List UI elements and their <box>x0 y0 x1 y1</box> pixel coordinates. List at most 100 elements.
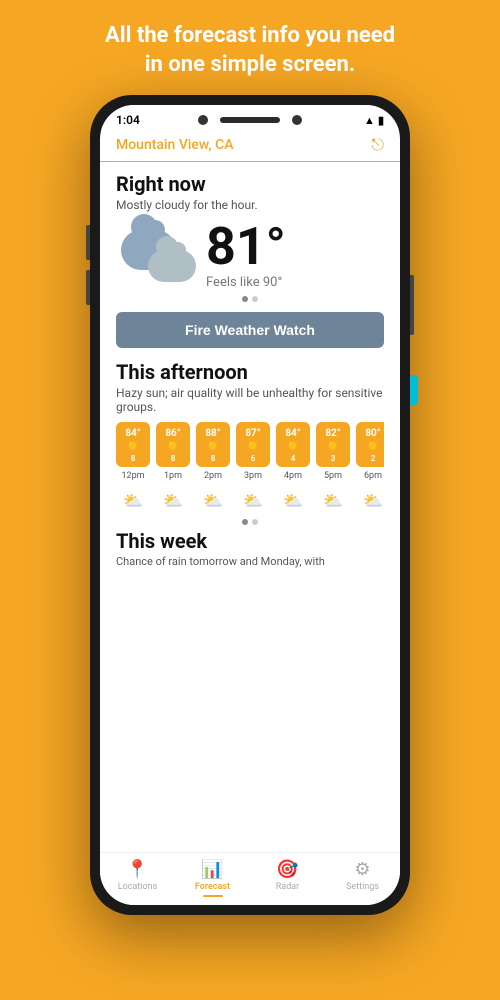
time-1: 12pm <box>116 471 150 481</box>
phone-notch <box>90 105 410 135</box>
hour-uv-2: 8 <box>171 454 176 463</box>
hour-card-5: 84° ☀️ 4 <box>276 422 310 467</box>
nav-locations[interactable]: 📍 Locations <box>100 859 175 897</box>
sun-icon-3: ☀️ <box>205 439 221 454</box>
sun-icon-1: ☀️ <box>125 439 141 454</box>
week-title: This week <box>116 529 384 553</box>
hour-uv-5: 4 <box>291 454 296 463</box>
forecast-label: Forecast <box>195 882 230 892</box>
cond-icon-5: ⛅ <box>276 487 310 513</box>
location-label[interactable]: Mountain View, CA <box>116 137 234 153</box>
cond-icon-8: 🌅 <box>396 487 400 513</box>
active-indicator <box>203 895 223 897</box>
forecast-icon: 📊 <box>201 859 223 880</box>
afternoon-description: Hazy sun; air quality will be unhealthy … <box>116 386 384 414</box>
cond-icon-2: ⛅ <box>156 487 190 513</box>
week-description: Chance of rain tomorrow and Monday, with <box>116 555 384 568</box>
temperature-value: 81° <box>206 221 286 273</box>
cond-icon-6: ⛅ <box>316 487 350 513</box>
locations-icon: 📍 <box>126 859 148 880</box>
speaker-bar <box>220 117 280 123</box>
nav-radar[interactable]: 🎯 Radar <box>250 859 325 897</box>
hour-uv-6: 3 <box>331 454 336 463</box>
sun-icon-6: ☀️ <box>325 439 341 454</box>
afternoon-scroll-dots <box>116 519 384 525</box>
volume-up-button <box>86 225 90 260</box>
hour-card-6: 82° ☀️ 3 <box>316 422 350 467</box>
app-header: Mountain View, CA ⎋ <box>100 131 400 162</box>
weather-main-display: 81° Feels like 90° <box>116 220 384 290</box>
section-right-now: Right now Mostly cloudy for the hour. 81… <box>116 162 384 356</box>
hour-times-row: 12pm 1pm 2pm 3pm 4pm 5pm 6pm 7:50 <box>116 471 384 481</box>
hour-temp-5: 84° <box>285 428 300 439</box>
sun-icon-5: ☀️ <box>285 439 301 454</box>
cond-icon-1: ⛅ <box>116 487 150 513</box>
settings-icon: ⚙ <box>354 859 370 880</box>
time-6: 5pm <box>316 471 350 481</box>
hour-card-1: 84° ☀️ 8 <box>116 422 150 467</box>
cloud-front <box>148 250 196 282</box>
time-5: 4pm <box>276 471 310 481</box>
sun-icon-4: ☀️ <box>245 439 261 454</box>
hour-uv-7: 2 <box>371 454 376 463</box>
right-now-title: Right now <box>116 172 384 196</box>
hour-temp-6: 82° <box>325 428 340 439</box>
hour-temp-1: 84° <box>125 428 140 439</box>
side-tab <box>410 375 418 405</box>
camera-dot2 <box>292 115 302 125</box>
scroll-dot-2 <box>252 519 258 525</box>
phone-device: 1:04 ▲ ▮ Mountain View, CA ⎋ Right now M… <box>90 95 410 915</box>
radar-icon: 🎯 <box>276 859 298 880</box>
hour-card-4: 87° ☀️ 6 <box>236 422 270 467</box>
hourly-scroll[interactable]: 84° ☀️ 8 86° ☀️ 8 88° ☀️ 8 <box>116 422 384 467</box>
dot-2 <box>252 296 258 302</box>
sun-icon-2: ☀️ <box>165 439 181 454</box>
time-8: 7:50 <box>396 471 400 481</box>
promo-text: All the forecast info you need in one si… <box>75 0 425 95</box>
locations-label: Locations <box>118 882 157 892</box>
nav-forecast[interactable]: 📊 Forecast <box>175 859 250 897</box>
hour-card-3: 88° ☀️ 8 <box>196 422 230 467</box>
feels-like-label: Feels like 90° <box>206 275 286 290</box>
radar-label: Radar <box>276 882 299 892</box>
temperature-display: 81° Feels like 90° <box>206 221 286 290</box>
promo-line1: All the forecast info you need <box>105 23 395 48</box>
hour-temp-4: 87° <box>245 428 260 439</box>
time-7: 6pm <box>356 471 390 481</box>
bottom-nav: 📍 Locations 📊 Forecast 🎯 Radar ⚙ Setting… <box>100 852 400 905</box>
time-2: 1pm <box>156 471 190 481</box>
cond-icon-4: ⛅ <box>236 487 270 513</box>
alert-button[interactable]: Fire Weather Watch <box>116 312 384 348</box>
time-4: 3pm <box>236 471 270 481</box>
phone-screen: 1:04 ▲ ▮ Mountain View, CA ⎋ Right now M… <box>100 105 400 905</box>
carousel-dots <box>116 296 384 302</box>
afternoon-title: This afternoon <box>116 360 384 384</box>
time-3: 2pm <box>196 471 230 481</box>
hour-uv-3: 8 <box>211 454 216 463</box>
cond-icon-7: ⛅ <box>356 487 390 513</box>
camera-dot <box>198 115 208 125</box>
right-now-description: Mostly cloudy for the hour. <box>116 198 384 212</box>
hour-uv-4: 6 <box>251 454 256 463</box>
nav-settings[interactable]: ⚙ Settings <box>325 859 400 897</box>
app-content: Right now Mostly cloudy for the hour. 81… <box>100 162 400 852</box>
hour-temp-2: 86° <box>165 428 180 439</box>
promo-line2: in one simple screen. <box>145 52 356 77</box>
volume-down-button <box>86 270 90 305</box>
hour-temp-3: 88° <box>205 428 220 439</box>
dot-1 <box>242 296 248 302</box>
cloud-icon <box>116 220 196 290</box>
hour-card-7: 80° ☀️ 2 <box>356 422 384 467</box>
section-week: This week Chance of rain tomorrow and Mo… <box>116 529 384 568</box>
hour-icons-row: ⛅ ⛅ ⛅ ⛅ ⛅ ⛅ ⛅ 🌅 <box>116 487 384 513</box>
hour-uv-1: 8 <box>131 454 136 463</box>
sun-icon-7: ☀️ <box>365 439 381 454</box>
settings-label: Settings <box>346 882 379 892</box>
cond-icon-3: ⛅ <box>196 487 230 513</box>
power-button <box>410 275 414 335</box>
section-afternoon: This afternoon Hazy sun; air quality wil… <box>116 360 384 525</box>
hour-card-2: 86° ☀️ 8 <box>156 422 190 467</box>
hour-temp-7: 80° <box>365 428 380 439</box>
share-icon[interactable]: ⎋ <box>371 135 384 155</box>
scroll-dot-1 <box>242 519 248 525</box>
